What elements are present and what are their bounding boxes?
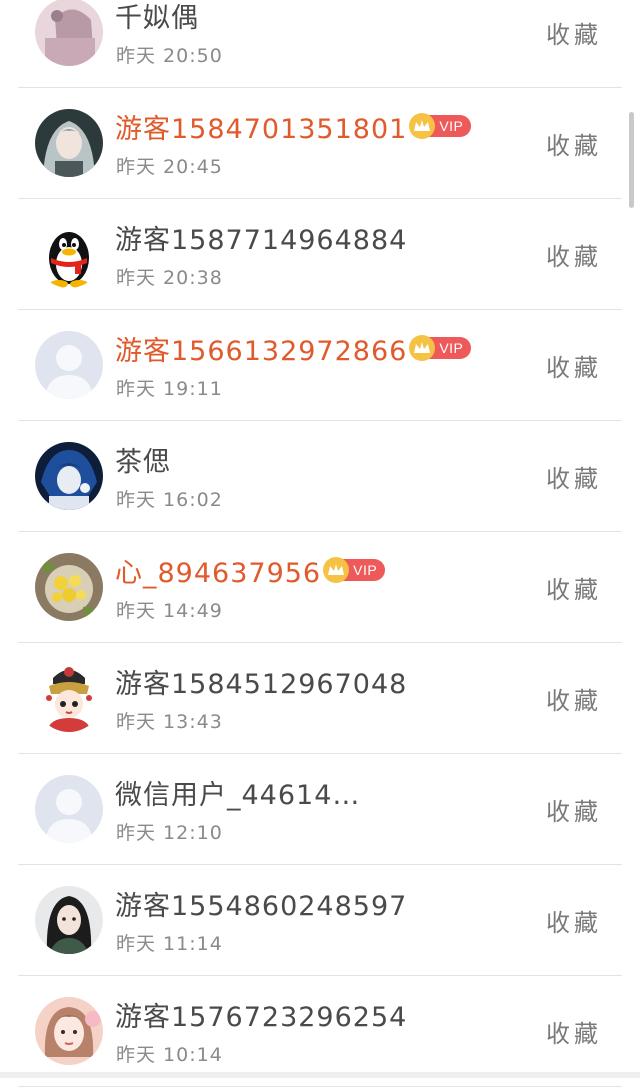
list-item[interactable]: 游客1576723296254 昨天 10:14 收藏: [0, 976, 640, 1087]
list-item[interactable]: 游客1566132972866 VIP 昨天 19:11 收藏: [0, 310, 640, 421]
favorite-button[interactable]: 收藏: [546, 459, 602, 494]
favorite-button[interactable]: 收藏: [546, 903, 602, 938]
favorite-button[interactable]: 收藏: [546, 15, 602, 50]
list-item[interactable]: 微信用户_44614… 昨天 12:10 收藏: [0, 754, 640, 865]
user-name: 微信用户_44614…: [115, 779, 361, 811]
favorite-button[interactable]: 收藏: [546, 681, 602, 716]
vip-badge: VIP: [323, 557, 386, 583]
visit-time: 昨天 11:14: [116, 933, 223, 955]
visit-time: 昨天 13:43: [116, 711, 223, 733]
visit-time: 昨天 19:11: [116, 378, 223, 400]
visit-time: 昨天 14:49: [116, 600, 223, 622]
user-name: 心_894637956: [115, 557, 322, 589]
vip-badge: VIP: [409, 335, 472, 361]
user-name: 茶偲: [115, 446, 171, 478]
visit-time: 昨天 20:50: [116, 45, 223, 67]
favorite-button[interactable]: 收藏: [546, 126, 602, 161]
avatar[interactable]: [35, 109, 103, 177]
visitor-list: 千姒偶 昨天 20:50 收藏 游客1584701351801 VIP 昨天 2…: [0, 0, 640, 1087]
user-name: 游客1554860248597: [115, 890, 408, 922]
list-item[interactable]: 游客1584512967048 昨天 13:43 收藏: [0, 643, 640, 754]
avatar[interactable]: [35, 886, 103, 954]
favorite-button[interactable]: 收藏: [546, 1014, 602, 1049]
list-item[interactable]: 游客1587714964884 昨天 20:38 收藏: [0, 199, 640, 310]
user-name: 千姒偶: [115, 2, 199, 34]
user-name: 游客1566132972866: [115, 335, 408, 367]
avatar[interactable]: [35, 220, 103, 288]
vip-badge: VIP: [409, 113, 472, 139]
visit-time: 昨天 20:45: [116, 156, 223, 178]
scrollbar[interactable]: [629, 112, 634, 208]
avatar[interactable]: [35, 664, 103, 732]
avatar[interactable]: [35, 442, 103, 510]
crown-icon: [323, 557, 350, 583]
visit-time: 昨天 16:02: [116, 489, 223, 511]
avatar[interactable]: [35, 553, 103, 621]
favorite-button[interactable]: 收藏: [546, 348, 602, 383]
avatar[interactable]: [35, 331, 103, 399]
avatar[interactable]: [35, 997, 103, 1065]
visit-time: 昨天 20:38: [116, 267, 223, 289]
list-item[interactable]: 心_894637956 VIP 昨天 14:49 收藏: [0, 532, 640, 643]
visit-time: 昨天 10:14: [116, 1044, 223, 1066]
list-item[interactable]: 千姒偶 昨天 20:50 收藏: [0, 0, 640, 88]
user-name: 游客1584512967048: [115, 668, 408, 700]
favorite-button[interactable]: 收藏: [546, 237, 602, 272]
favorite-button[interactable]: 收藏: [546, 570, 602, 605]
user-name: 游客1576723296254: [115, 1001, 408, 1033]
favorite-button[interactable]: 收藏: [546, 792, 602, 827]
list-item[interactable]: 游客1584701351801 VIP 昨天 20:45 收藏: [0, 88, 640, 199]
avatar[interactable]: [35, 775, 103, 843]
list-item[interactable]: 茶偲 昨天 16:02 收藏: [0, 421, 640, 532]
user-name: 游客1584701351801: [115, 113, 408, 145]
bottom-divider: [0, 1072, 640, 1078]
avatar[interactable]: [35, 0, 103, 66]
visit-time: 昨天 12:10: [116, 822, 223, 844]
list-item[interactable]: 游客1554860248597 昨天 11:14 收藏: [0, 865, 640, 976]
user-name: 游客1587714964884: [115, 224, 408, 256]
